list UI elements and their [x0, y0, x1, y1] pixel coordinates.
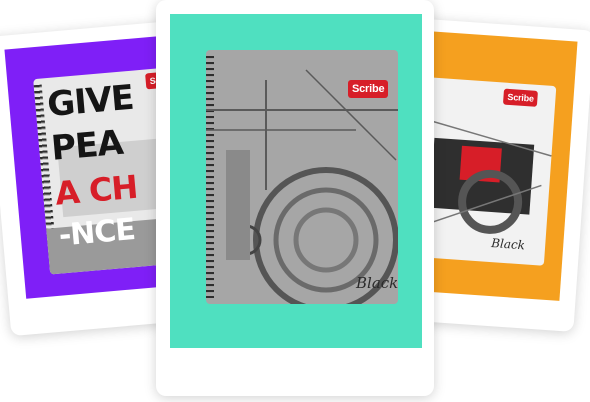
center-signature: Black	[356, 274, 398, 292]
center-notebook-cover: Scribe Black	[206, 50, 398, 304]
right-color-panel: Scribe Black	[411, 31, 578, 301]
graffiti-line-4: -NCE	[57, 212, 137, 254]
graffiti-line-1: GIVE	[45, 77, 135, 126]
center-brand-logo: Scribe	[348, 80, 389, 98]
center-color-panel: Scribe Black	[170, 14, 422, 348]
graffiti-line-2: PEA	[49, 122, 125, 169]
right-signature: Black	[490, 236, 526, 253]
right-brand-logo: Scribe	[502, 88, 539, 107]
graffiti-line-3: A CH	[53, 167, 139, 213]
center-product-card[interactable]: Scribe Black	[156, 0, 434, 396]
